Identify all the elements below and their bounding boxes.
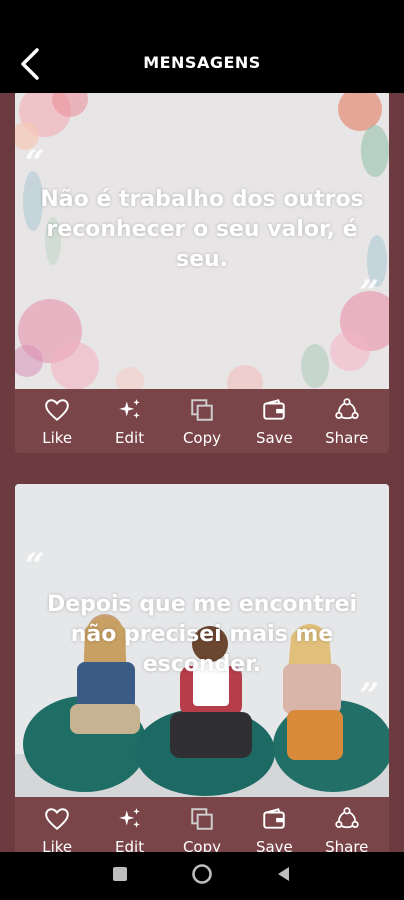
- edit-button[interactable]: Edit: [95, 397, 165, 447]
- share-label: Share: [325, 838, 369, 852]
- recents-button[interactable]: [111, 865, 129, 887]
- copy-label: Copy: [182, 838, 221, 852]
- action-bar: Like Edit Copy Save Share: [15, 391, 389, 453]
- heart-icon: [45, 808, 69, 831]
- wallet-icon: [263, 808, 286, 829]
- share-icon: [335, 807, 359, 829]
- close-quote-icon: ”: [359, 273, 379, 313]
- share-icon: [335, 398, 359, 420]
- save-label: Save: [255, 838, 293, 852]
- system-nav-bar: [0, 852, 404, 900]
- page-title: MENSAGENS: [143, 53, 261, 72]
- share-button[interactable]: Share: [312, 806, 382, 852]
- edit-button[interactable]: Edit: [95, 806, 165, 852]
- share-label: Share: [325, 429, 369, 447]
- messages-list[interactable]: “ Não é trabalho dos outros reconhecer o…: [0, 93, 404, 852]
- circle-icon: [192, 864, 212, 884]
- triangle-back-icon: [278, 867, 289, 881]
- sparkle-icon: [118, 399, 140, 419]
- home-button[interactable]: [191, 863, 213, 889]
- heart-icon: [45, 399, 69, 422]
- wallet-icon: [263, 399, 286, 420]
- save-button[interactable]: Save: [239, 397, 309, 447]
- quote-image: “ Não é trabalho dos outros reconhecer o…: [15, 93, 389, 389]
- quote-image: “ Depois que me encontrei não precisei m…: [15, 484, 389, 797]
- message-card: “ Depois que me encontrei não precisei m…: [15, 484, 389, 852]
- edit-label: Edit: [115, 838, 145, 852]
- app-bar: MENSAGENS: [0, 0, 404, 93]
- open-quote-icon: “: [25, 546, 45, 586]
- quote-text: Depois que me encontrei não precisei mai…: [46, 592, 358, 677]
- edit-label: Edit: [115, 429, 145, 447]
- square-icon: [113, 867, 127, 881]
- like-button[interactable]: Like: [22, 806, 92, 852]
- save-label: Save: [255, 429, 293, 447]
- message-card: “ Não é trabalho dos outros reconhecer o…: [15, 93, 389, 453]
- copy-icon: [191, 399, 213, 421]
- sparkle-icon: [118, 808, 140, 828]
- quote-text: Não é trabalho dos outros reconhecer o s…: [40, 187, 364, 272]
- save-button[interactable]: Save: [239, 806, 309, 852]
- like-label: Like: [42, 838, 73, 852]
- like-label: Like: [42, 429, 73, 447]
- share-button[interactable]: Share: [312, 397, 382, 447]
- system-back-button[interactable]: [275, 865, 293, 887]
- close-quote-icon: ”: [359, 676, 379, 716]
- action-bar: Like Edit Copy Save Share: [15, 800, 389, 852]
- copy-button[interactable]: Copy: [167, 397, 237, 447]
- open-quote-icon: “: [25, 143, 45, 183]
- copy-button[interactable]: Copy: [167, 806, 237, 852]
- like-button[interactable]: Like: [22, 397, 92, 447]
- copy-label: Copy: [182, 429, 221, 447]
- copy-icon: [191, 808, 213, 830]
